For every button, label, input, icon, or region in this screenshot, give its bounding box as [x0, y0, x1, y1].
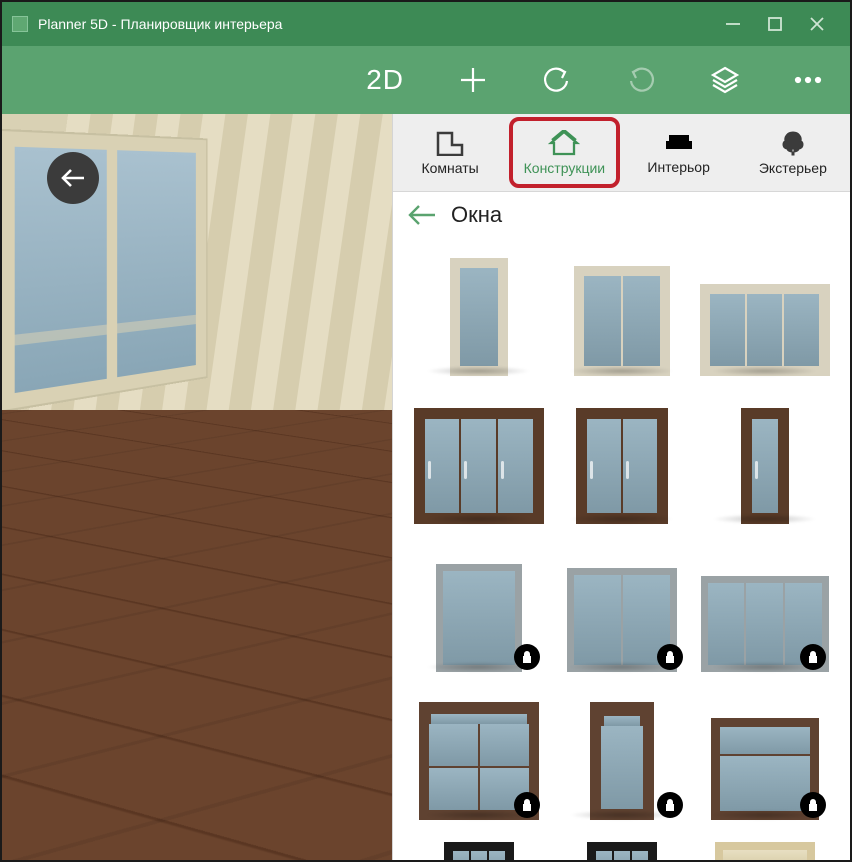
undo-button[interactable] — [542, 65, 572, 95]
window-close-button[interactable] — [808, 15, 826, 33]
scene-window — [2, 129, 208, 413]
lock-icon — [800, 644, 826, 670]
catalog-category-tabs: Комнаты Конструкции Интерьор Экстерьер — [393, 114, 850, 192]
catalog-back-button[interactable] — [407, 204, 437, 226]
catalog-item[interactable] — [556, 394, 687, 524]
catalog-item[interactable] — [413, 838, 544, 860]
3d-viewport[interactable] — [2, 114, 392, 860]
catalog-item[interactable] — [556, 838, 687, 860]
house-icon — [548, 130, 580, 156]
lock-icon — [657, 644, 683, 670]
lock-icon — [514, 644, 540, 670]
catalog-item[interactable] — [413, 690, 544, 820]
lock-icon — [657, 792, 683, 818]
add-button[interactable] — [458, 65, 488, 95]
window-minimize-button[interactable] — [724, 15, 742, 33]
tree-icon — [780, 130, 806, 156]
catalog-item[interactable] — [413, 542, 544, 672]
catalog-scroll[interactable] — [393, 238, 850, 860]
viewport-back-button[interactable] — [47, 152, 99, 204]
window-maximize-button[interactable] — [766, 15, 784, 33]
tab-rooms-label: Комнаты — [421, 160, 478, 176]
catalog-item[interactable] — [699, 542, 830, 672]
tab-construction-label: Конструкции — [524, 160, 606, 176]
catalog-item[interactable] — [699, 838, 830, 860]
lock-icon — [514, 792, 540, 818]
tab-interior-label: Интерьор — [647, 159, 710, 175]
catalog-item[interactable] — [699, 246, 830, 376]
app-window-icon — [12, 16, 28, 32]
catalog-item[interactable] — [699, 394, 830, 524]
layers-button[interactable] — [710, 65, 740, 95]
window-title: Planner 5D - Планировщик интерьера — [38, 16, 724, 32]
floorplan-icon — [435, 130, 465, 156]
catalog-item[interactable] — [556, 246, 687, 376]
catalog-subcategory-title: Окна — [451, 202, 502, 228]
catalog-item[interactable] — [413, 394, 544, 524]
redo-button[interactable] — [626, 65, 656, 95]
catalog-item[interactable] — [556, 542, 687, 672]
tab-rooms[interactable]: Комнаты — [393, 114, 507, 191]
catalog-item[interactable] — [699, 690, 830, 820]
catalog-item[interactable] — [413, 246, 544, 376]
tab-interior[interactable]: Интерьор — [622, 114, 736, 191]
sofa-icon — [664, 131, 694, 155]
catalog-item[interactable] — [556, 690, 687, 820]
tab-construction[interactable]: Конструкции — [507, 114, 621, 191]
view-2d-3d-toggle[interactable]: 2D — [366, 64, 404, 96]
lock-icon — [800, 792, 826, 818]
tab-exterior-label: Экстерьер — [759, 160, 827, 176]
tab-exterior[interactable]: Экстерьер — [736, 114, 850, 191]
more-menu-button[interactable] — [794, 75, 822, 85]
